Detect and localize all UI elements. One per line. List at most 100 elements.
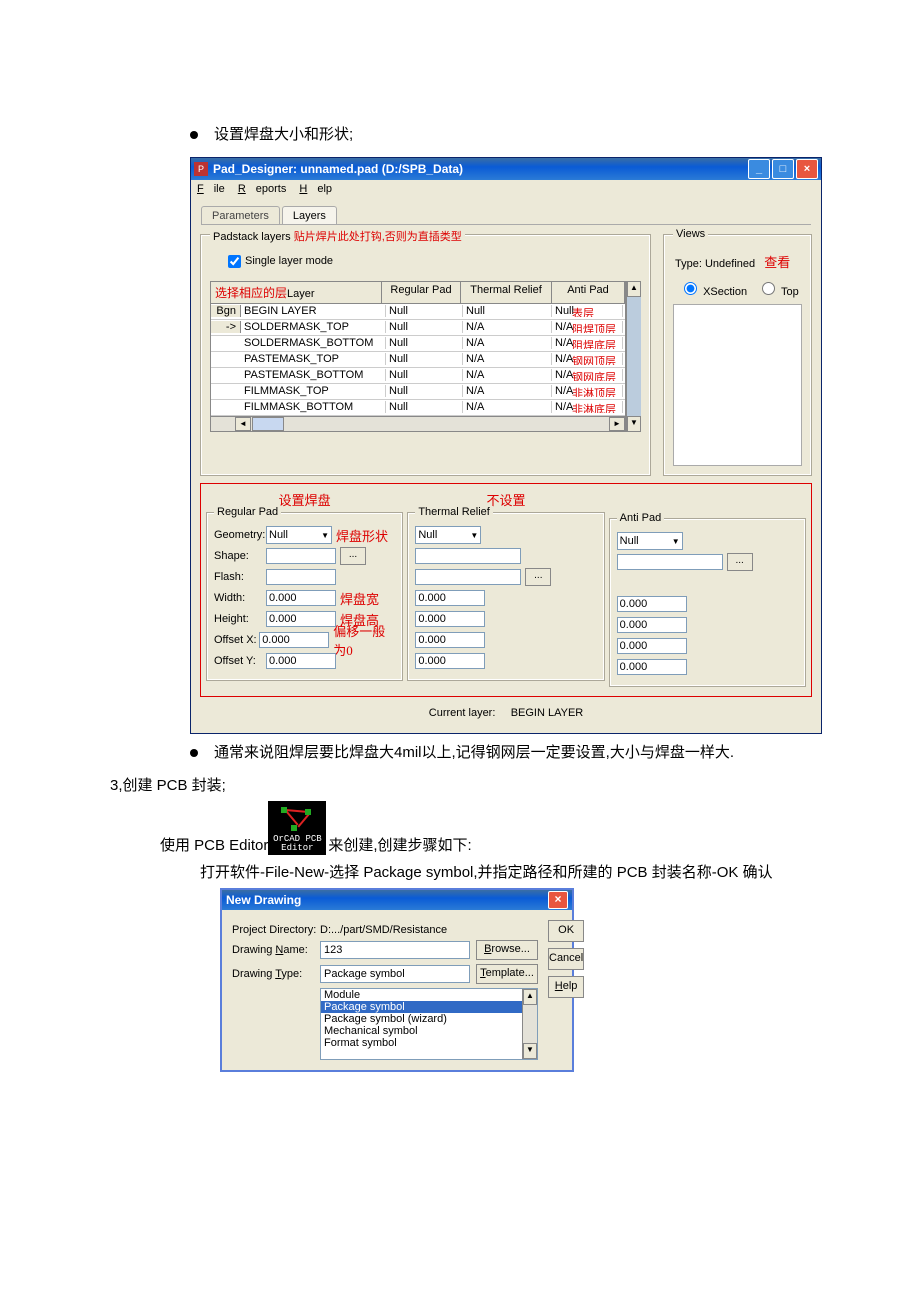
anti-width-input[interactable] — [617, 596, 687, 612]
project-directory-label: Project Directory: — [232, 924, 320, 936]
single-layer-checkbox[interactable] — [228, 255, 241, 268]
thermal-geometry-select[interactable]: Null▼ — [415, 526, 481, 544]
pad-designer-window: P Pad_Designer: unnamed.pad (D:/SPB_Data… — [190, 157, 822, 734]
offset-annotation: 偏移一般为0 — [333, 621, 395, 659]
table-row[interactable]: PASTEMASK_BOTTOMNullN/AN/A钢网底层 — [211, 368, 625, 384]
thermal-width-input[interactable] — [415, 590, 485, 606]
anti-height-input[interactable] — [617, 617, 687, 633]
table-row[interactable]: FILMMASK_BOTTOMNullN/AN/A非淋底层 — [211, 400, 625, 416]
label-offsety: Offset Y: — [214, 655, 266, 667]
template-button[interactable]: Template...Template... — [476, 964, 538, 984]
select-layer-annotation: 选择相应的层 — [215, 286, 287, 300]
thermal-offsety-input[interactable] — [415, 653, 485, 669]
width-input[interactable] — [266, 590, 336, 606]
col-thermal-relief[interactable]: Thermal Relief — [461, 282, 552, 303]
views-label: Views — [673, 228, 708, 240]
dialog-close-button[interactable]: × — [548, 891, 568, 909]
close-button[interactable]: × — [796, 159, 818, 179]
table-row[interactable]: BgnBEGIN LAYERNullNullNull表层 — [211, 304, 625, 320]
bullet-icon — [190, 749, 198, 757]
use-editor-prefix: 使用 PCB Editor — [160, 834, 268, 855]
drawing-type-listbox[interactable]: Module Package symbol Package symbol (wi… — [320, 988, 538, 1060]
open-steps-text: 打开软件-File-New-选择 Package symbol,并指定路径和所建… — [200, 861, 830, 882]
anti-offsetx-input[interactable] — [617, 638, 687, 654]
geometry-annotation: 焊盘形状 — [336, 526, 388, 545]
label-height: Height: — [214, 613, 266, 625]
window-title: Pad_Designer: unnamed.pad (D:/SPB_Data) — [213, 162, 748, 176]
dialog-titlebar[interactable]: New Drawing × — [222, 890, 572, 910]
padstack-layers-group: Padstack layers 贴片焊片此处打钩,否则为直插类型 Single … — [201, 235, 650, 475]
listbox-scrollbar[interactable]: ▲▼ — [522, 989, 537, 1059]
col-anti-pad[interactable]: Anti Pad — [552, 282, 625, 303]
cancel-button[interactable]: Cancel — [548, 948, 584, 970]
thermal-flash-browse-button[interactable]: ... — [525, 568, 551, 586]
orcad-pcb-editor-icon[interactable]: OrCAD PCB Editor — [268, 801, 326, 855]
label-width: Width: — [214, 592, 266, 604]
browse-button[interactable]: Browse...Browse... — [476, 940, 538, 960]
flash-input[interactable] — [266, 569, 336, 585]
list-item[interactable]: Format symbol — [321, 1037, 537, 1049]
thermal-offsetx-input[interactable] — [415, 632, 485, 648]
views-look-annotation: 查看 — [764, 255, 790, 270]
section-3-heading: 3,创建 PCB 封装; — [110, 774, 830, 795]
shape-browse-button[interactable]: ... — [340, 547, 366, 565]
bullet-text-2: 通常来说阻焊层要比焊盘大4mil以上,记得钢网层一定要设置,大小与焊盘一样大. — [214, 742, 734, 765]
titlebar[interactable]: P Pad_Designer: unnamed.pad (D:/SPB_Data… — [191, 158, 821, 180]
table-row[interactable]: SOLDERMASK_BOTTOMNullN/AN/A阻焊底层 — [211, 336, 625, 352]
list-item[interactable]: Package symbol — [321, 1001, 537, 1013]
anti-shape-browse-button[interactable]: ... — [727, 553, 753, 571]
geometry-select[interactable]: Null▼ — [266, 526, 332, 544]
table-row[interactable]: ->SOLDERMASK_TOPNullN/AN/A阻焊顶层 — [211, 320, 625, 336]
anti-shape-input[interactable] — [617, 554, 723, 570]
list-item[interactable]: Package symbol (wizard) — [321, 1013, 537, 1025]
thermal-flash-input[interactable] — [415, 569, 521, 585]
thermal-shape-input[interactable] — [415, 548, 521, 564]
horizontal-scrollbar[interactable]: ◄► — [211, 416, 625, 431]
project-directory-value: D:.../part/SMD/Resistance — [320, 924, 538, 936]
views-group: Views Type: Undefined 查看 XSection Top — [664, 235, 811, 475]
col-regular-pad[interactable]: Regular Pad — [382, 282, 461, 303]
thermal-relief-group: Thermal Relief Null▼ ... — [408, 513, 603, 680]
width-annotation: 焊盘宽 — [340, 589, 379, 608]
offsety-input[interactable] — [266, 653, 336, 669]
anti-geometry-select[interactable]: Null▼ — [617, 532, 683, 550]
drawing-type-input[interactable] — [320, 965, 470, 983]
minimize-button[interactable]: _ — [748, 159, 770, 179]
anti-offsety-input[interactable] — [617, 659, 687, 675]
help-button[interactable]: HelpHelp — [548, 976, 584, 998]
drawing-name-input[interactable] — [320, 941, 470, 959]
views-preview — [673, 304, 802, 466]
bullet-icon — [190, 131, 198, 139]
list-item[interactable]: Module — [321, 989, 537, 1001]
table-row[interactable]: PASTEMASK_TOPNullN/AN/A钢网顶层 — [211, 352, 625, 368]
maximize-button[interactable]: □ — [772, 159, 794, 179]
radio-top[interactable]: Top — [757, 279, 799, 298]
shape-input[interactable] — [266, 548, 336, 564]
label-geometry: Geometry: — [214, 529, 266, 541]
menubar: FFileile ReportsReports HelpHelp — [191, 180, 821, 198]
current-layer-label: Current layer: — [429, 707, 496, 719]
table-row[interactable]: FILMMASK_TOPNullN/AN/A非淋顶层 — [211, 384, 625, 400]
menu-reports[interactable]: ReportsReports — [238, 183, 287, 195]
thermal-height-input[interactable] — [415, 611, 485, 627]
height-input[interactable] — [266, 611, 336, 627]
menu-file[interactable]: FFileile — [197, 183, 225, 195]
list-item[interactable]: Mechanical symbol — [321, 1025, 537, 1037]
anti-pad-group: Anti Pad Null▼ ... — [610, 519, 805, 686]
label-flash: Flash: — [214, 571, 266, 583]
use-editor-suffix: 来创建,创建步骤如下: — [328, 834, 471, 855]
current-layer-value: BEGIN LAYER — [511, 707, 584, 719]
layers-table: 选择相应的层Layer Regular Pad Thermal Relief A… — [210, 281, 626, 432]
ok-button[interactable]: OK — [548, 920, 584, 942]
tab-parameters[interactable]: Parameters — [201, 206, 280, 224]
radio-xsection[interactable]: XSection — [679, 279, 747, 298]
new-drawing-dialog: New Drawing × Project Directory: D:.../p… — [220, 888, 574, 1072]
vertical-scrollbar[interactable]: ▲▼ — [626, 281, 641, 432]
pad-settings-redbox: 设置焊盘 Regular Pad Geometry: Null▼ 焊盘形状 Sh… — [200, 483, 812, 697]
menu-help[interactable]: HelpHelp — [299, 183, 332, 195]
drawing-name-label: Drawing Name:Drawing Name: — [232, 944, 320, 956]
app-icon: P — [194, 162, 208, 176]
tab-layers[interactable]: Layers — [282, 206, 337, 224]
offsetx-input[interactable] — [259, 632, 329, 648]
views-type: Type: Undefined — [675, 258, 755, 270]
